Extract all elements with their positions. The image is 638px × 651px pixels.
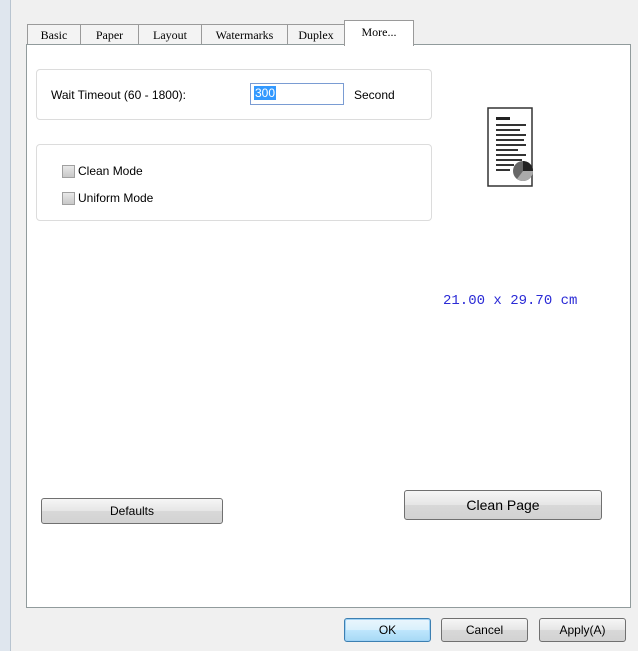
page-preview-icon: [487, 107, 533, 187]
clean-mode-box[interactable]: [62, 164, 75, 178]
wait-timeout-label: Wait Timeout (60 - 1800):: [51, 88, 186, 102]
wait-timeout-unit: Second: [354, 88, 395, 102]
cancel-button[interactable]: Cancel: [441, 618, 528, 642]
uniform-mode-checkbox[interactable]: Uniform Mode: [62, 191, 153, 205]
uniform-mode-label: Uniform Mode: [78, 191, 154, 205]
tab-layout[interactable]: Layout: [138, 24, 202, 45]
wait-timeout-input[interactable]: 300: [250, 83, 344, 105]
uniform-mode-box[interactable]: [62, 191, 75, 205]
tab-paper[interactable]: Paper: [80, 24, 139, 45]
wait-timeout-value: 300: [254, 86, 277, 100]
tab-basic[interactable]: Basic: [27, 24, 81, 45]
mode-options-group: Clean Mode Uniform Mode: [36, 144, 432, 221]
window-edge: [0, 0, 11, 651]
clean-page-button[interactable]: Clean Page: [404, 490, 602, 520]
clean-mode-label: Clean Mode: [78, 164, 143, 178]
tab-duplex[interactable]: Duplex: [287, 24, 345, 45]
wait-timeout-group: Wait Timeout (60 - 1800): 300 Second: [36, 69, 432, 120]
tab-more[interactable]: More...: [344, 20, 414, 46]
paper-size-readout: 21.00 x 29.70 cm: [443, 293, 578, 309]
ok-button[interactable]: OK: [344, 618, 431, 642]
apply-button[interactable]: Apply(A): [539, 618, 626, 642]
tab-panel: Wait Timeout (60 - 1800): 300 Second Cle…: [26, 44, 631, 608]
clean-mode-checkbox[interactable]: Clean Mode: [62, 164, 143, 178]
defaults-button[interactable]: Defaults: [41, 498, 223, 524]
tab-watermarks[interactable]: Watermarks: [201, 24, 288, 45]
